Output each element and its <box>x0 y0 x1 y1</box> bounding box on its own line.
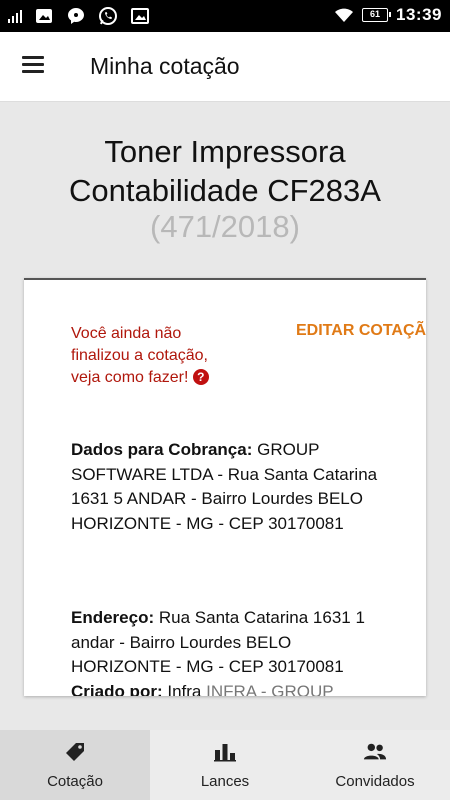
tag-icon <box>63 740 87 764</box>
help-icon[interactable]: ? <box>192 369 209 385</box>
creator-extra: INFRA - GROUP <box>206 682 334 696</box>
tab-convidados[interactable]: Convidados <box>300 730 450 800</box>
unfinished-warning[interactable]: Você ainda não finalizou a cotação, veja… <box>71 323 241 389</box>
creator-label: Criado por: <box>71 682 163 696</box>
bottom-navigation: Cotação Lances Convidados <box>0 730 450 800</box>
people-icon <box>363 740 387 764</box>
chat-icon <box>66 6 86 26</box>
battery-level: 61 <box>370 9 381 19</box>
bar-chart-icon <box>213 740 237 764</box>
signal-icon <box>8 9 22 23</box>
page-title: Minha cotação <box>90 53 240 79</box>
wifi-icon <box>334 5 354 25</box>
quote-details-card[interactable]: Você ainda não finalizou a cotação, veja… <box>24 278 426 696</box>
tab-label: Convidados <box>335 773 415 790</box>
edit-quote-button[interactable]: EDITAR COTAÇÃO <box>296 322 426 340</box>
image-icon <box>130 6 150 26</box>
tab-label: Cotação <box>47 773 103 790</box>
status-bar: 61 13:39 <box>0 0 450 32</box>
address-label: Endereço: <box>71 608 155 627</box>
quote-title-line1: Toner Impressora <box>104 134 346 169</box>
quote-title-line2: Contabilidade CF283A <box>69 173 381 208</box>
app-bar: Minha cotação <box>0 32 450 102</box>
quote-number: (471/2018) <box>150 209 300 244</box>
gallery-icon <box>34 6 54 26</box>
tab-cotacao[interactable]: Cotação <box>0 730 150 800</box>
warning-text: Você ainda não finalizou a cotação, veja… <box>71 325 208 386</box>
creator-info: Criado por: Infra INFRA - GROUP <box>71 680 391 696</box>
billing-label: Dados para Cobrança: <box>71 440 253 459</box>
quote-title: Toner Impressora Contabilidade CF283A <box>0 132 450 210</box>
menu-icon[interactable] <box>22 56 44 74</box>
whatsapp-icon <box>98 6 118 26</box>
creator-value: Infra <box>167 682 202 696</box>
battery-icon: 61 <box>362 8 392 22</box>
tab-label: Lances <box>200 773 250 790</box>
billing-info: Dados para Cobrança: GROUP SOFTWARE LTDA… <box>71 438 391 536</box>
clock: 13:39 <box>396 5 442 24</box>
tab-lances[interactable]: Lances <box>150 730 300 800</box>
address-info: Endereço: Rua Santa Catarina 1631 1 anda… <box>71 606 391 680</box>
